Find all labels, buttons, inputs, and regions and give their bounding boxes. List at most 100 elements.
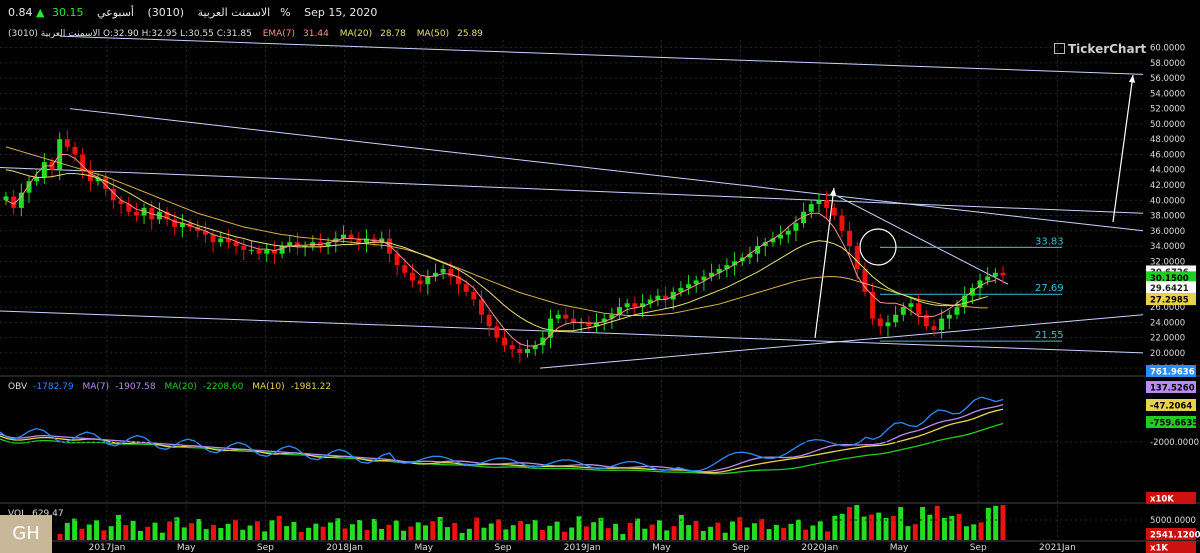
volume-bar: [642, 528, 648, 540]
volume-bar: [496, 519, 502, 540]
candle-body: [72, 146, 78, 155]
obv-badge-text: 137.5260: [1150, 384, 1195, 394]
volume-bar: [123, 525, 129, 540]
volume-bar: [693, 520, 699, 540]
volume-bar: [211, 524, 217, 540]
volume-bar: [481, 527, 487, 540]
ma50-value: 25.89: [457, 29, 483, 39]
volume-bar: [130, 520, 136, 540]
candle-body: [218, 238, 224, 243]
volume-bar: [518, 521, 524, 540]
obv-tick-label: -2000.0000: [1150, 438, 1199, 448]
volume-bar: [196, 519, 202, 540]
volume-bar: [832, 515, 838, 540]
candle-body: [793, 223, 799, 231]
volume-bar: [94, 520, 100, 540]
volume-bar: [262, 531, 268, 540]
price-tick-label: 56.0000: [1150, 74, 1185, 84]
x-tick-label: 2020Jan: [801, 543, 838, 553]
volume-bar: [379, 529, 385, 540]
volume-bar: [401, 530, 407, 540]
volume-bar: [773, 524, 779, 540]
volume-bar: [868, 514, 874, 540]
candle-body: [824, 200, 830, 208]
volume-bar: [159, 532, 165, 540]
vol-badge-text: x1K: [1150, 544, 1168, 553]
volume-bar: [488, 523, 494, 540]
price-tick-label: 58.0000: [1150, 59, 1185, 69]
volume-bar: [751, 523, 757, 540]
volume-bar: [686, 525, 692, 540]
ma20-label: MA(20): [339, 29, 373, 39]
chart-canvas[interactable]: 2017Jan May Sep 2018Jan May Sep 2019Jan May Sep 2…: [0, 0, 1200, 553]
ema7-label: EMA(7): [262, 29, 296, 39]
candle-body: [831, 207, 837, 216]
candle-body: [816, 200, 822, 205]
price-tick-label: 22.0000: [1150, 334, 1185, 344]
candle-body: [3, 196, 9, 201]
volume-bar: [539, 530, 545, 540]
volume-bar: [364, 530, 370, 540]
volume-bar: [444, 527, 450, 540]
volume-bar: [708, 526, 714, 540]
candle-body: [939, 318, 945, 331]
volume-bar: [656, 520, 662, 540]
volume-bar: [678, 515, 684, 540]
volume-bar: [115, 515, 121, 540]
volume-bar: [985, 507, 991, 540]
volume-bar: [817, 521, 823, 540]
volume-bar: [956, 514, 962, 540]
volume-bar: [744, 527, 750, 540]
price-badge-text: 27.2985: [1150, 296, 1189, 306]
trend-line: [0, 310, 1144, 354]
x-tick-label: 2017Jan: [89, 543, 126, 553]
up-arrow-icon: ▲: [36, 6, 45, 19]
volume-bar: [72, 518, 78, 540]
level-label: 33.83: [1035, 236, 1064, 247]
volume-bar: [225, 523, 231, 540]
obv-ma20-value: -2208.60: [202, 382, 244, 392]
candle-body: [41, 162, 47, 178]
price-tick-label: 46.0000: [1150, 150, 1185, 160]
obv-ma10-value: -1981.22: [290, 382, 332, 392]
arrow-head: [829, 188, 837, 196]
volume-bar: [1000, 505, 1006, 540]
candle-body: [18, 192, 24, 208]
candle-body: [525, 349, 531, 353]
x-tick-label: Sep: [257, 543, 274, 553]
candle-body: [877, 318, 883, 327]
price-tick-label: 40.0000: [1150, 196, 1185, 206]
volume-bar: [466, 528, 472, 540]
level-label: 21.55: [1035, 330, 1064, 341]
volume-bar: [525, 524, 531, 540]
x-tick-label: 2018Jan: [326, 543, 363, 553]
candle-body: [494, 326, 500, 338]
x-tick-label: Sep: [732, 543, 749, 553]
candle-body: [394, 253, 400, 266]
candle-body: [785, 230, 791, 235]
obv-line: [0, 396, 1004, 472]
price-tick-label: 60.0000: [1150, 44, 1185, 54]
volume-bar: [993, 505, 999, 540]
symbol-code: (3010): [147, 6, 185, 19]
volume-bar: [591, 522, 597, 540]
candle-body: [847, 230, 853, 247]
volume-bar: [803, 529, 809, 540]
candle-body: [425, 276, 431, 285]
candle-body: [133, 211, 139, 216]
price-badge-text: 29.6421: [1150, 284, 1189, 294]
volume-bar: [547, 525, 553, 540]
candle-body: [64, 139, 70, 147]
candle-body: [946, 314, 952, 319]
volume-bar: [291, 521, 297, 540]
obv-badge-text: 761.9636: [1150, 368, 1195, 378]
candle-body: [992, 272, 998, 277]
volume-bar: [269, 520, 275, 540]
brand-icon: [1054, 43, 1065, 54]
candle-body: [900, 307, 906, 315]
tickerchart-logo: TickerChart: [1054, 42, 1146, 56]
price-tick-label: 42.0000: [1150, 181, 1185, 191]
obv-badge-text: -759.6635: [1150, 419, 1198, 429]
volume-bar: [963, 526, 969, 540]
volume-bar: [971, 524, 977, 540]
